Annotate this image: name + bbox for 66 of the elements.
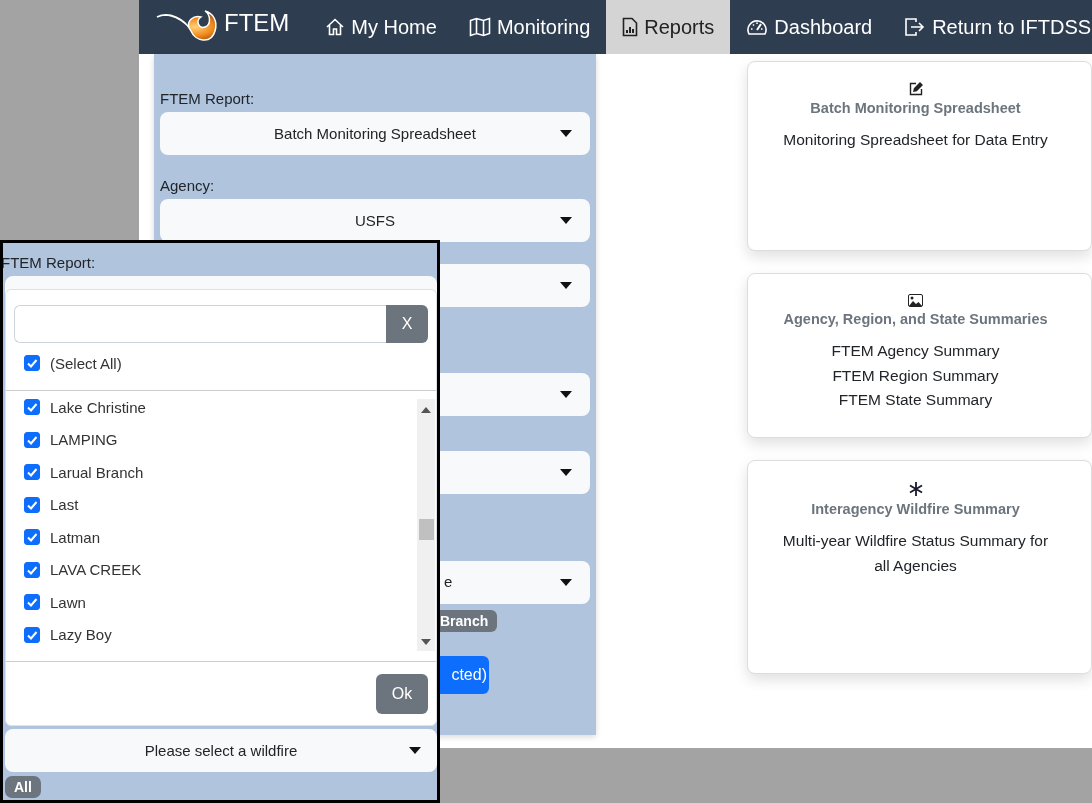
option-label[interactable]: Latman: [50, 528, 101, 546]
house-icon: [325, 17, 346, 37]
report-link[interactable]: FTEM State Summary: [778, 388, 1053, 413]
field-label: FTEM Report:: [3, 254, 97, 272]
checkbox[interactable]: [24, 496, 40, 513]
scrollbar[interactable]: [417, 399, 435, 651]
brand-name[interactable]: FTEM: [224, 9, 290, 37]
card-title: Agency, Region, and State Summaries: [783, 311, 1048, 327]
select-field[interactable]: Batch Monitoring Spreadsheet: [160, 112, 590, 155]
caret-icon: [560, 391, 572, 399]
edit-icon: [908, 82, 923, 96]
nav-tab[interactable]: Dashboard: [730, 0, 889, 54]
gauge-icon: [746, 18, 769, 36]
option-label[interactable]: Lawn: [50, 593, 86, 611]
nav-tab[interactable]: My Home: [309, 0, 453, 54]
ok-button[interactable]: Ok: [376, 673, 428, 714]
report-card[interactable]: Interagency Wildfire Summary Multi-year Wildfire Status Summary for all Agencies: [747, 460, 1092, 674]
field-label: Agency:: [160, 177, 216, 195]
checkbox[interactable]: [24, 561, 40, 578]
asterisk-icon: [907, 481, 924, 497]
clear-button[interactable]: X: [386, 305, 428, 343]
select-field[interactable]: USFS: [160, 199, 590, 242]
caret-icon: [560, 469, 572, 477]
option-label[interactable]: Last: [50, 496, 79, 514]
checkbox[interactable]: [24, 431, 40, 448]
card-title: Interagency Wildfire Summary: [811, 501, 1020, 517]
caret-icon: [560, 217, 572, 225]
option-label[interactable]: Larual Branch: [50, 463, 144, 481]
option-label[interactable]: (Select All): [50, 354, 122, 372]
option-label[interactable]: Lake Christine: [50, 399, 146, 416]
caret-icon: [560, 130, 572, 138]
exit-icon: [904, 17, 927, 37]
report-icon: [622, 17, 639, 37]
checkbox[interactable]: [24, 626, 40, 643]
report-card[interactable]: Batch Monitoring Spreadsheet Monitoring Spreadsheet for Data Entry: [747, 61, 1092, 251]
tag-badge: Branch: [440, 610, 498, 632]
scroll-up-icon[interactable]: [421, 407, 431, 413]
option-label[interactable]: Lazy Boy: [50, 626, 112, 644]
tag-badge: All: [5, 776, 41, 798]
report-link[interactable]: Multi-year Wildfire Status Summary for all Agencies: [778, 529, 1053, 578]
field-label: FTEM Report:: [160, 90, 256, 108]
card-title: Batch Monitoring Spreadsheet: [810, 100, 1021, 116]
report-link[interactable]: FTEM Agency Summary: [778, 339, 1053, 364]
select-field[interactable]: X (Select All) Lake Christine LAMPING Larual Branch Last Latman LAVA CREEK Lawn Lazy Boy Ok: [5, 276, 437, 726]
option-label[interactable]: LAMPING: [50, 431, 118, 449]
nav-tab[interactable]: Return to IFTDSS: [888, 0, 1092, 54]
scroll-down-icon[interactable]: [421, 639, 431, 645]
checkbox[interactable]: [24, 529, 40, 546]
report-link[interactable]: FTEM Region Summary: [778, 363, 1053, 388]
nav-tab[interactable]: Monitoring: [452, 0, 607, 54]
caret-icon: [560, 579, 572, 587]
checkbox[interactable]: [24, 594, 40, 611]
checkbox[interactable]: [24, 355, 40, 371]
option-label[interactable]: LAVA CREEK: [50, 561, 142, 579]
report-card[interactable]: Agency, Region, and State Summaries FTEM Agency Summary FTEM Region Summary FTEM State Summary: [747, 273, 1092, 438]
search-field[interactable]: [14, 305, 386, 343]
select-field[interactable]: Please select a wildfire: [5, 729, 437, 772]
submit-button[interactable]: cted): [440, 656, 489, 694]
image-icon: [908, 294, 923, 307]
checkbox[interactable]: [24, 399, 40, 416]
map-icon: [468, 17, 491, 37]
nav-tab[interactable]: Reports: [606, 0, 731, 54]
caret-icon: [560, 282, 572, 290]
checkbox[interactable]: [24, 464, 40, 481]
scroll-thumb[interactable]: [419, 519, 434, 540]
report-link[interactable]: Monitoring Spreadsheet for Data Entry: [778, 128, 1053, 153]
